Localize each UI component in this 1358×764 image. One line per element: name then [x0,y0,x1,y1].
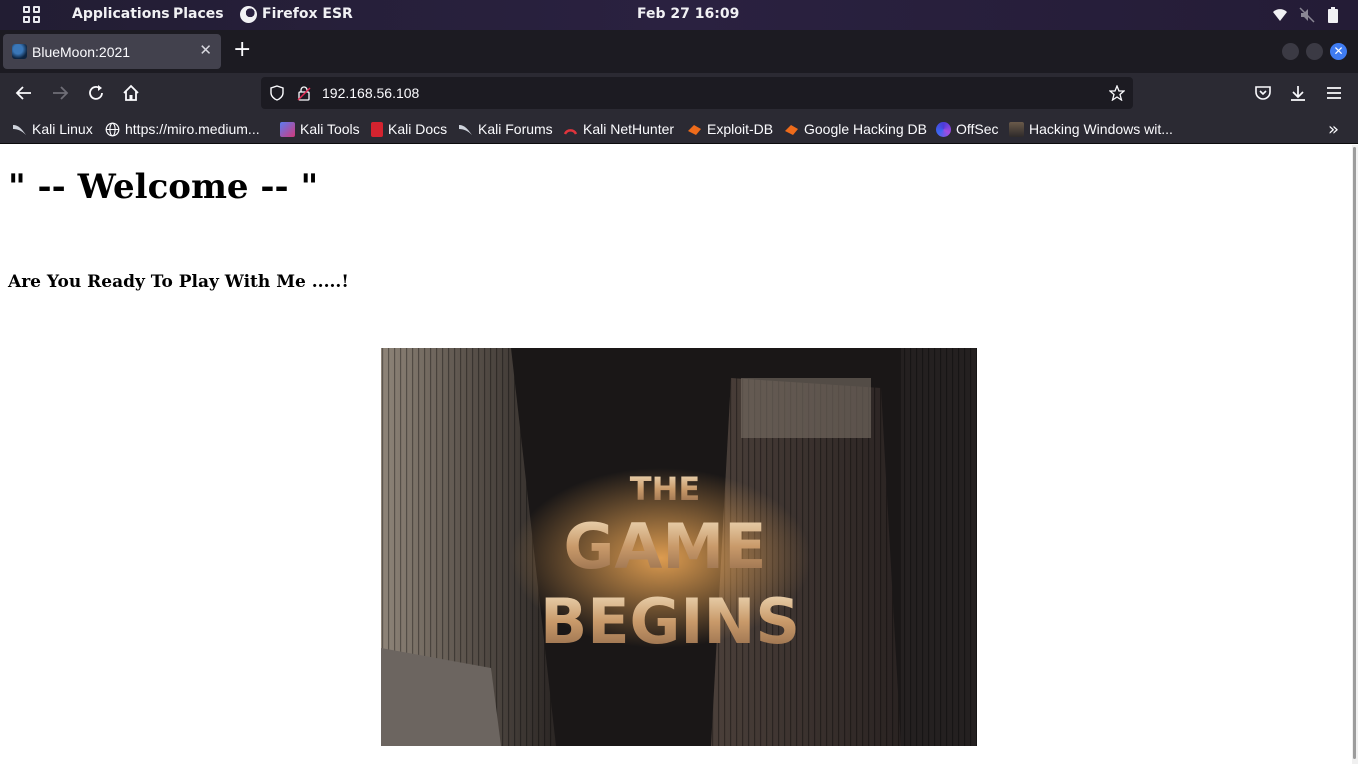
pocket-icon[interactable] [1253,83,1273,103]
bookmark-miro-medium[interactable]: https://miro.medium... [105,120,260,138]
hamburger-menu-icon[interactable] [1324,83,1344,103]
banner-line-the: THE [630,470,700,508]
kali-dragon-icon [13,124,26,135]
bookmark-label: Kali NetHunter [583,121,675,137]
page-content: " -- Welcome -- " Are You Ready To Play … [0,145,1352,764]
bookmark-exploit-db[interactable]: Exploit-DB [687,120,773,138]
game-begins-image: THE GAME BEGINS [381,348,977,746]
bookmark-label: Hacking Windows wit... [1029,121,1173,137]
close-window-button[interactable]: ✕ [1330,43,1347,60]
kali-docs-icon [371,121,383,137]
shield-icon[interactable] [269,85,285,101]
subheading: Are You Ready To Play With Me .....! [8,272,349,292]
bookmark-label: Kali Linux [32,121,93,137]
back-arrow-icon[interactable] [14,83,34,103]
firefox-icon [240,6,257,23]
tab-strip: BlueMoon:2021 ✕ + ✕ [0,30,1358,73]
bookmark-hacking-windows[interactable]: Hacking Windows wit... [1009,120,1173,138]
bookmark-label: OffSec [956,121,999,137]
active-app-name[interactable]: Firefox ESR [262,6,353,22]
chevron-double-right-icon[interactable]: » [1328,119,1339,140]
bookmark-label: Kali Forums [478,121,553,137]
bookmark-kali-tools[interactable]: Kali Tools [280,120,360,138]
bookmark-label: Kali Tools [300,121,360,137]
insecure-lock-icon[interactable] [296,85,312,101]
exploit-db-icon [688,124,701,135]
close-tab-icon[interactable]: ✕ [199,41,212,59]
bookmark-label: Google Hacking DB [804,121,927,137]
reload-icon[interactable] [86,83,106,103]
globe-icon [105,122,120,136]
ghdb-icon [785,124,798,135]
wifi-icon[interactable] [1272,7,1288,23]
kali-tools-icon [280,121,295,137]
maximize-window-button[interactable] [1306,43,1323,60]
volume-muted-icon[interactable] [1299,7,1315,23]
address-bar[interactable]: 192.168.56.108 [261,77,1133,109]
page-thumbnail-icon [1009,121,1024,137]
bookmarks-toolbar: Kali Linux https://miro.medium... Kali T… [0,113,1358,144]
new-tab-button[interactable]: + [233,38,251,62]
places-menu[interactable]: Places [173,6,224,22]
bookmark-star-icon[interactable] [1109,85,1125,101]
bookmark-kali-forums[interactable]: Kali Forums [458,120,553,138]
bookmark-label: Kali Docs [388,121,448,137]
bookmark-kali-linux[interactable]: Kali Linux [12,120,93,138]
battery-icon[interactable] [1326,7,1340,23]
vertical-scrollbar[interactable] [1352,145,1358,764]
navigation-toolbar: 192.168.56.108 [0,73,1358,113]
home-icon[interactable] [121,83,141,103]
site-favicon-icon [12,44,27,59]
clock[interactable]: Feb 27 16:09 [637,6,739,22]
forward-arrow-icon[interactable] [50,83,70,103]
downloads-icon[interactable] [1288,83,1308,103]
bookmark-label: Exploit-DB [707,121,774,137]
nethunter-icon [563,128,578,135]
minimize-window-button[interactable] [1282,43,1299,60]
kali-forums-icon [459,124,472,135]
tab-bluemoon[interactable]: BlueMoon:2021 ✕ [3,34,221,69]
bookmark-google-hacking-db[interactable]: Google Hacking DB [784,120,927,138]
banner-line-begins: BEGINS [540,585,800,658]
tab-title: BlueMoon:2021 [32,44,131,60]
scrollbar-thumb[interactable] [1353,147,1356,759]
bookmark-kali-nethunter[interactable]: Kali NetHunter [563,120,674,138]
url-text[interactable]: 192.168.56.108 [322,85,419,101]
welcome-heading: " -- Welcome -- " [8,167,319,207]
system-panel: Applications Places Firefox ESR Feb 27 1… [0,0,1358,30]
bookmark-kali-docs[interactable]: Kali Docs [371,120,447,138]
applications-menu[interactable]: Applications [72,6,170,22]
offsec-icon [936,121,951,137]
bookmark-label: https://miro.medium... [125,121,260,137]
bookmark-offsec[interactable]: OffSec [936,120,999,138]
banner-line-game: GAME [564,510,767,583]
app-grid-icon[interactable] [23,6,41,24]
